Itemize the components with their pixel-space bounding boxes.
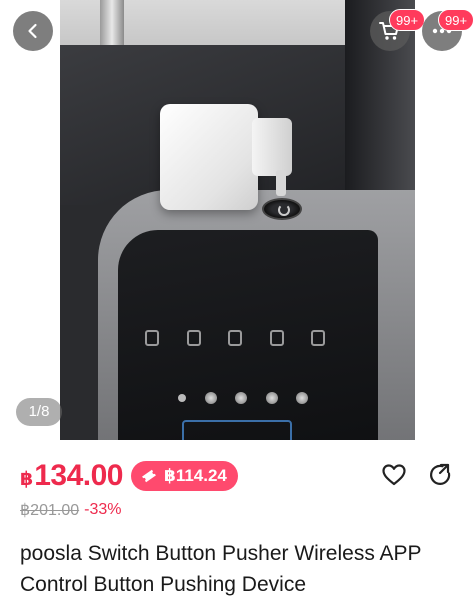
sale-price: 134.00 bbox=[34, 459, 123, 492]
photo-panel-glyphs bbox=[145, 330, 325, 354]
chevron-left-icon bbox=[28, 23, 37, 39]
notification-badge: 99+ bbox=[438, 9, 474, 31]
heart-icon bbox=[382, 464, 406, 486]
photo-knob bbox=[296, 392, 308, 404]
cart-count-badge: 99+ bbox=[389, 9, 426, 31]
photo-glyph bbox=[269, 330, 284, 346]
photo-switch-bot-pin bbox=[276, 170, 286, 196]
photo-power-button bbox=[262, 198, 302, 220]
photo-knob bbox=[235, 392, 247, 404]
product-image-gallery[interactable]: 99+ 99+ 1/8 bbox=[0, 0, 474, 440]
photo-knob bbox=[178, 394, 186, 402]
photo-knob bbox=[265, 392, 278, 404]
photo-glyph bbox=[145, 330, 159, 346]
wishlist-button[interactable] bbox=[380, 461, 408, 489]
discount-percent: -33% bbox=[84, 501, 122, 518]
ticket-icon bbox=[142, 469, 156, 483]
coupon-price: ฿114.24 bbox=[164, 466, 227, 485]
coupon-price-chip[interactable]: ฿114.24 bbox=[131, 461, 238, 491]
product-title: poosla Switch Button Pusher Wireless APP… bbox=[20, 542, 422, 596]
image-page-indicator: 1/8 bbox=[16, 398, 62, 426]
photo-knob bbox=[204, 392, 217, 404]
currency-symbol: ฿ bbox=[20, 468, 34, 490]
photo-switch-bot bbox=[160, 104, 258, 210]
photo-glyph bbox=[228, 330, 242, 346]
back-button[interactable] bbox=[13, 11, 53, 51]
original-price: ฿201.00 bbox=[20, 502, 80, 519]
share-button[interactable] bbox=[427, 461, 455, 489]
photo-glyph bbox=[311, 330, 325, 346]
price-row: ฿ 134.00 ฿114.24 bbox=[20, 458, 238, 494]
original-price-row: ฿201.00 -33% bbox=[20, 500, 121, 520]
photo-panel-knobs bbox=[178, 392, 308, 404]
photo-switch-bot-arm bbox=[252, 118, 292, 176]
share-icon bbox=[430, 463, 451, 485]
photo-panel-display bbox=[182, 420, 292, 440]
product-photo[interactable] bbox=[60, 0, 415, 440]
photo-glyph bbox=[186, 330, 201, 346]
